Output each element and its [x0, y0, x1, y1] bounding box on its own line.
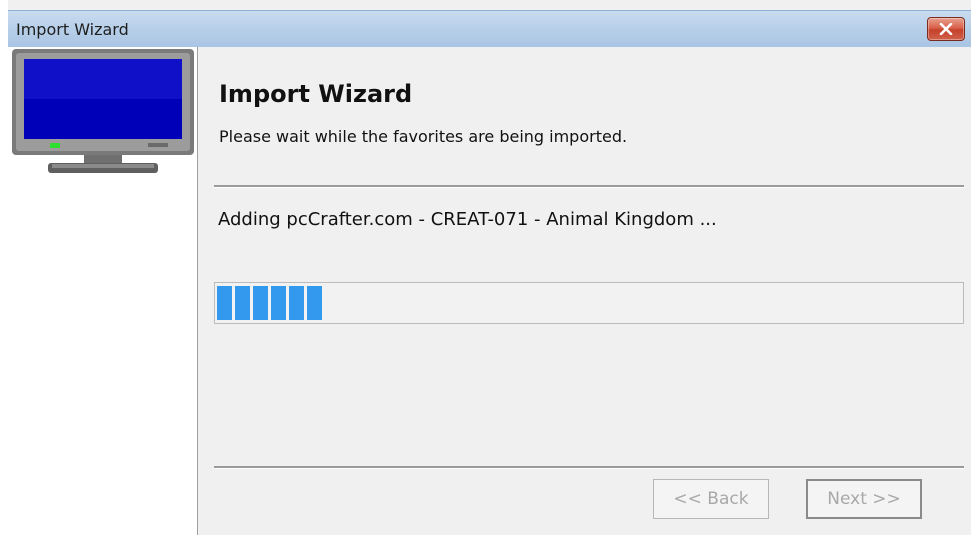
import-wizard-window: Import Wizard Import Wizard Please wait … [8, 0, 971, 535]
page-subtitle: Please wait while the favorites are bein… [219, 127, 628, 146]
progress-bar [214, 282, 964, 324]
progress-block [235, 286, 250, 320]
header-area [198, 47, 971, 175]
footer-divider [214, 466, 964, 469]
back-button[interactable]: << Back [653, 479, 769, 519]
title-bar[interactable]: Import Wizard [8, 10, 971, 48]
monitor-icon [12, 49, 194, 173]
progress-block [253, 286, 268, 320]
window-title: Import Wizard [16, 20, 129, 39]
progress-block [271, 286, 286, 320]
close-icon [939, 23, 953, 35]
progress-block [289, 286, 304, 320]
progress-block [307, 286, 322, 320]
progress-block [217, 286, 232, 320]
page-title: Import Wizard [219, 80, 413, 108]
status-text: Adding pcCrafter.com - CREAT-071 - Anima… [218, 209, 717, 230]
next-button[interactable]: Next >> [806, 479, 922, 519]
header-divider [214, 185, 964, 188]
close-button[interactable] [927, 17, 965, 41]
progress-fill [217, 286, 322, 320]
